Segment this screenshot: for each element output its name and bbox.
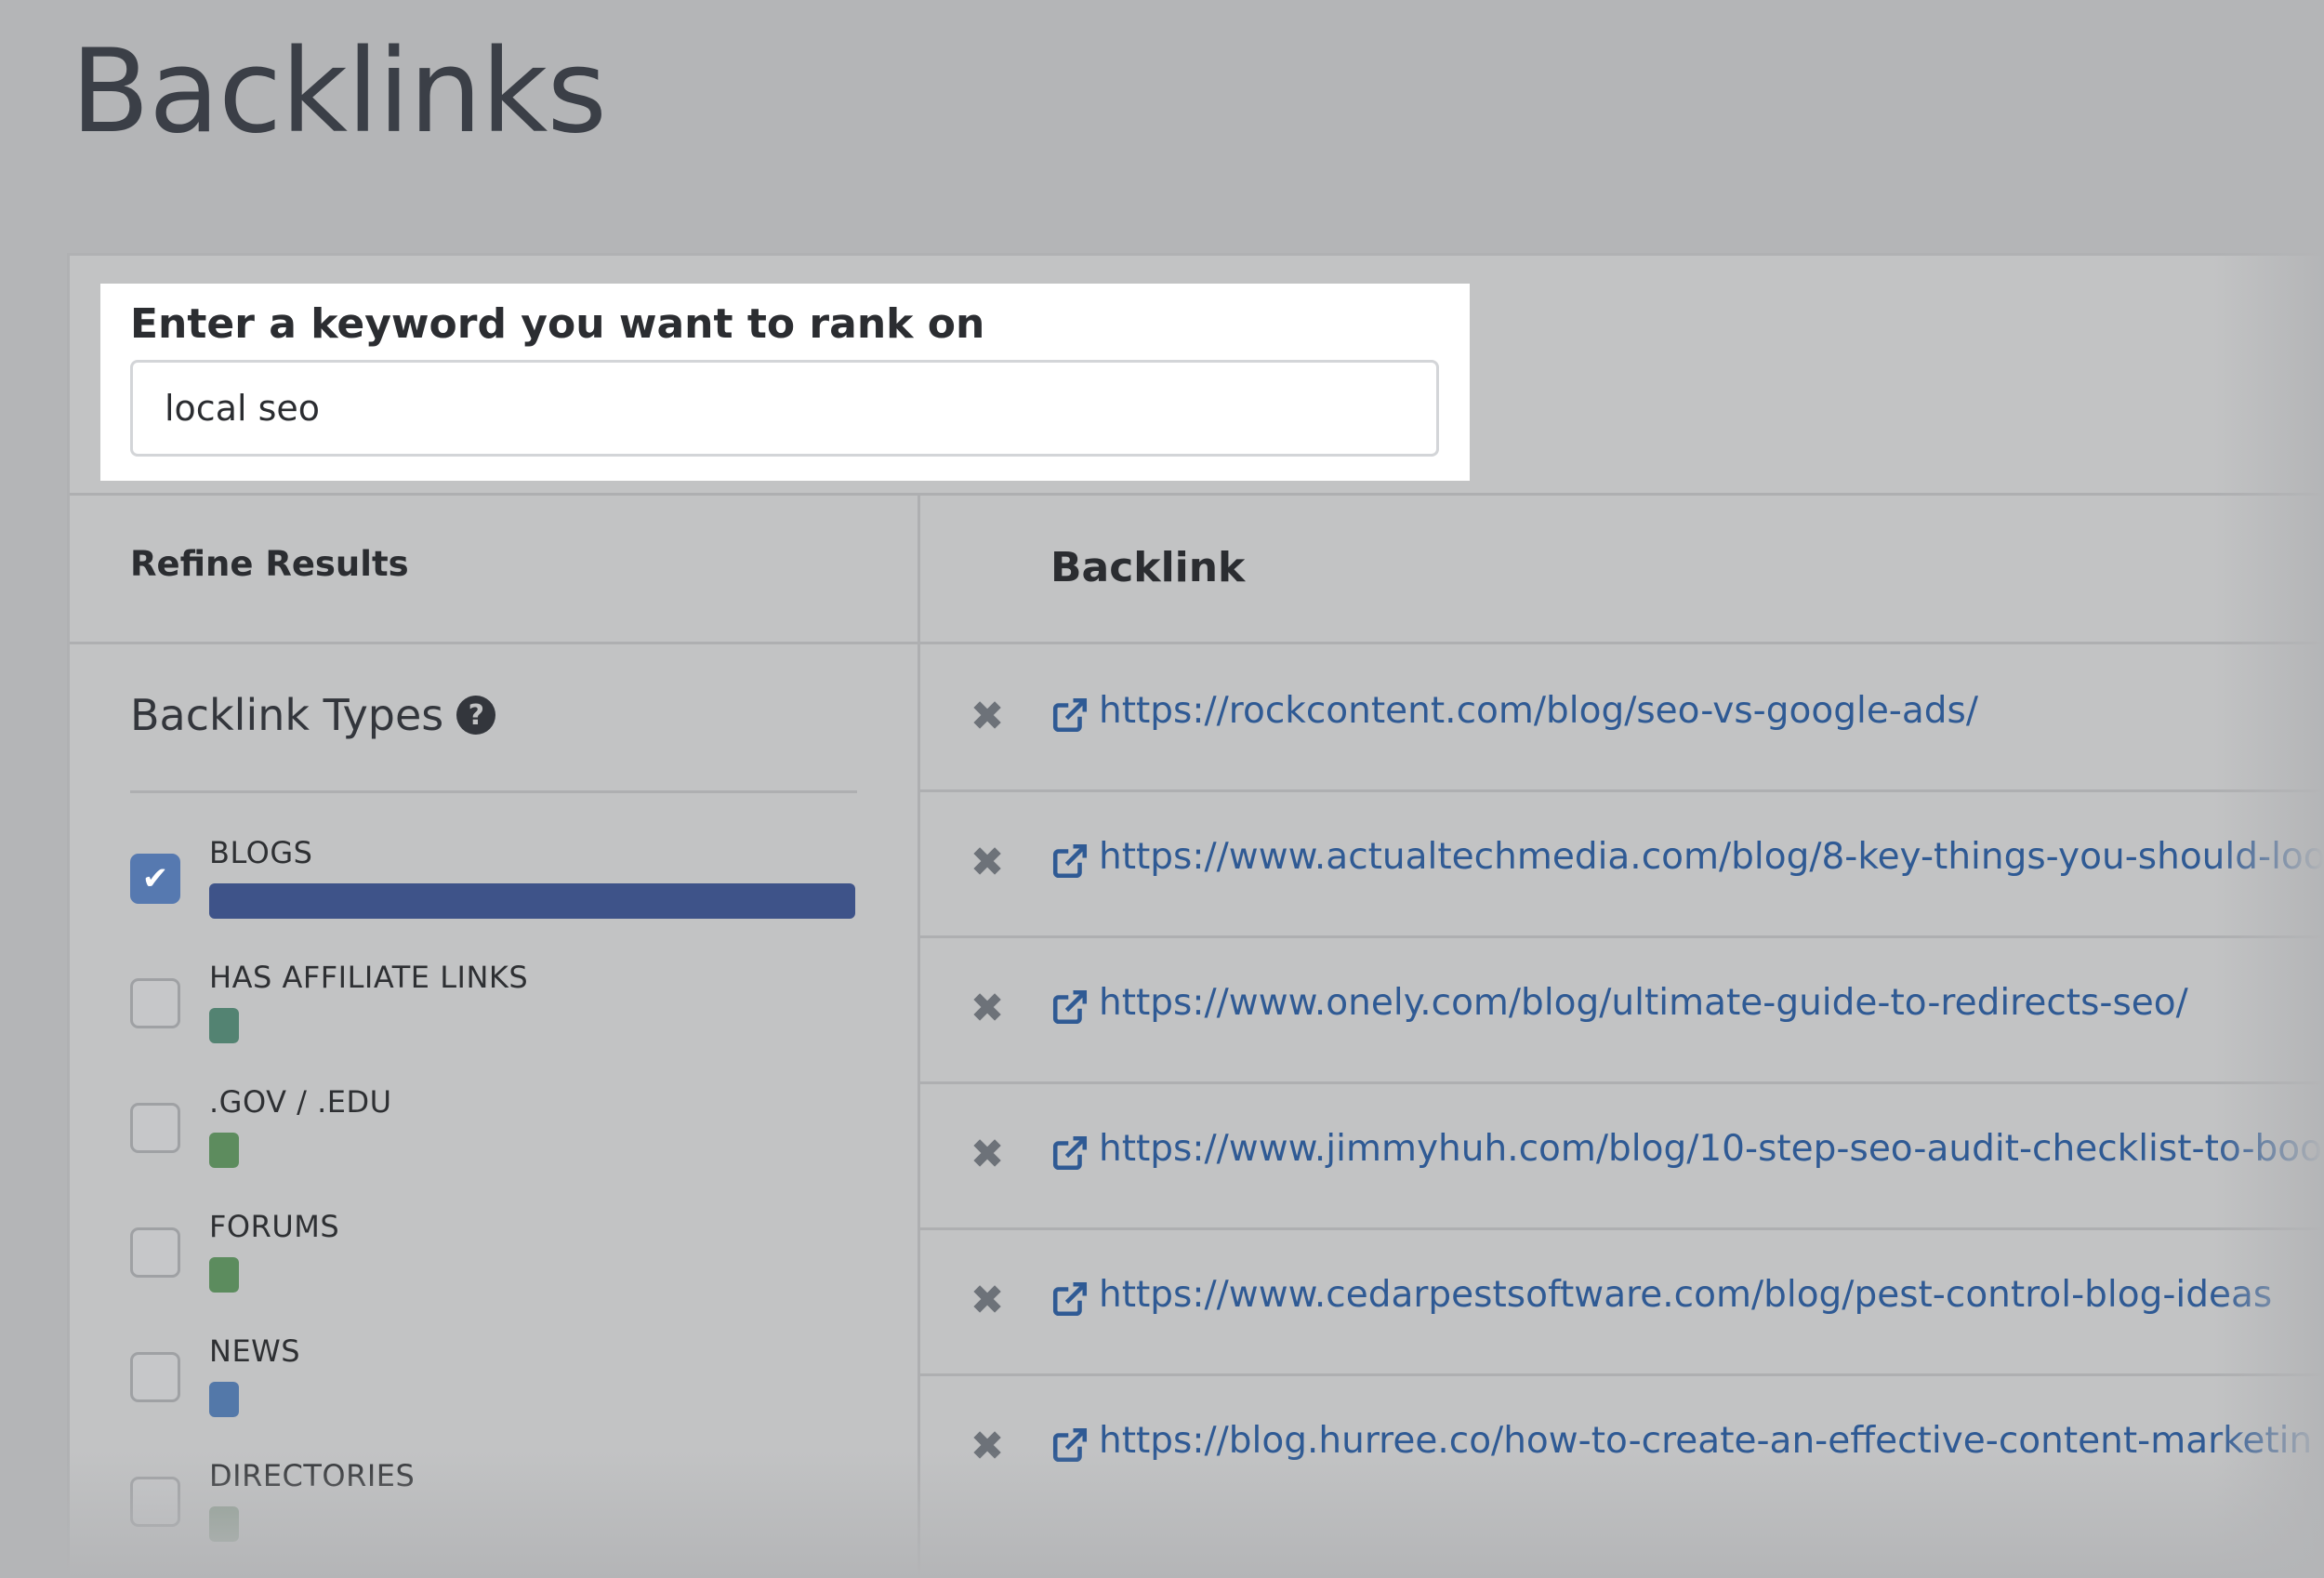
close-icon[interactable]: ✖ (969, 986, 1006, 1032)
backlink-url-link[interactable]: https://rockcontent.com/blog/seo-vs-goog… (1099, 690, 1978, 732)
filter-checkbox[interactable] (130, 1352, 180, 1402)
filter-label: DIRECTORIES (209, 1458, 416, 1493)
row-divider (920, 1227, 2324, 1230)
external-link-icon[interactable] (1050, 1134, 1089, 1173)
question-circle-icon[interactable]: ? (456, 696, 496, 735)
row-divider (920, 1373, 2324, 1376)
filter-item[interactable]: .GOV / .EDU (130, 1084, 855, 1187)
filter-checkbox[interactable] (130, 1227, 180, 1278)
backlink-row: ✖ https://blog.hurree.co/how-to-create-an… (922, 1377, 2324, 1522)
filter-item[interactable]: DIRECTORIES (130, 1458, 855, 1560)
filter-label: NEWS (209, 1333, 301, 1369)
filter-checkbox[interactable]: ✔ (130, 854, 180, 904)
close-icon[interactable]: ✖ (969, 840, 1006, 886)
backlink-row: ✖ https://www.jimmyhuh.com/blog/10-step-s… (922, 1085, 2324, 1230)
row-divider (920, 1081, 2324, 1084)
refine-results-title: Refine Results (130, 544, 409, 584)
external-link-icon[interactable] (1050, 696, 1089, 735)
backlink-row: ✖ https://www.actualtechmedia.com/blog/8-… (922, 793, 2324, 938)
backlink-row: ✖ https://rockcontent.com/blog/seo-vs-goo… (922, 647, 2324, 792)
filter-item[interactable]: FORUMS (130, 1209, 855, 1311)
filter-count-bar (209, 1133, 239, 1168)
filter-checkbox[interactable] (130, 1103, 180, 1153)
close-icon[interactable]: ✖ (969, 694, 1006, 740)
external-link-icon[interactable] (1050, 842, 1089, 881)
backlink-types-label: Backlink Types (130, 690, 444, 740)
card-divider-top (70, 493, 2324, 496)
backlink-column-header: Backlink (1050, 544, 1246, 591)
close-icon[interactable]: ✖ (969, 1278, 1006, 1324)
external-link-icon[interactable] (1050, 1280, 1089, 1319)
backlink-url-link[interactable]: https://www.actualtechmedia.com/blog/8-k… (1099, 836, 2324, 878)
check-icon: ✔ (141, 860, 169, 897)
external-link-icon[interactable] (1050, 1426, 1089, 1465)
backlink-url-link[interactable]: https://www.cedarpestsoftware.com/blog/p… (1099, 1274, 2272, 1316)
close-icon[interactable]: ✖ (969, 1424, 1006, 1470)
page-title: Backlinks (71, 25, 607, 159)
filter-label: BLOGS (209, 835, 313, 870)
backlink-url-link[interactable]: https://www.jimmyhuh.com/blog/10-step-se… (1099, 1128, 2322, 1170)
backlink-row: ✖ https://www.onely.com/blog/ultimate-gui… (922, 939, 2324, 1084)
header-divider (70, 642, 2324, 644)
filter-count-bar (209, 1008, 239, 1043)
filter-checkbox[interactable] (130, 978, 180, 1028)
filter-item[interactable]: ✔ BLOGS (130, 835, 855, 937)
filter-count-bar (209, 1257, 239, 1293)
column-divider (918, 496, 920, 1578)
filter-label: HAS AFFILIATE LINKS (209, 960, 529, 995)
keyword-input[interactable] (130, 360, 1439, 457)
close-icon[interactable]: ✖ (969, 1132, 1006, 1178)
filter-count-bar (209, 883, 855, 919)
filter-item[interactable]: HAS AFFILIATE LINKS (130, 960, 855, 1062)
filter-checkbox[interactable] (130, 1477, 180, 1527)
types-divider (130, 790, 857, 793)
backlink-row: ✖ https://www.cedarpestsoftware.com/blog/… (922, 1231, 2324, 1376)
filter-count-bar (209, 1506, 239, 1542)
keyword-panel: Enter a keyword you want to rank on (100, 284, 1470, 481)
filter-label: .GOV / .EDU (209, 1084, 392, 1120)
backlink-url-link[interactable]: https://www.onely.com/blog/ultimate-guid… (1099, 982, 2188, 1024)
row-divider (920, 789, 2324, 792)
external-link-icon[interactable] (1050, 988, 1089, 1027)
backlink-url-link[interactable]: https://blog.hurree.co/how-to-create-an-… (1099, 1420, 2312, 1462)
filter-label: FORUMS (209, 1209, 340, 1244)
row-divider (920, 935, 2324, 938)
keyword-label: Enter a keyword you want to rank on (130, 300, 985, 348)
backlink-types-title: Backlink Types ? (130, 690, 496, 740)
filter-item[interactable]: NEWS (130, 1333, 855, 1436)
filter-count-bar (209, 1382, 239, 1417)
